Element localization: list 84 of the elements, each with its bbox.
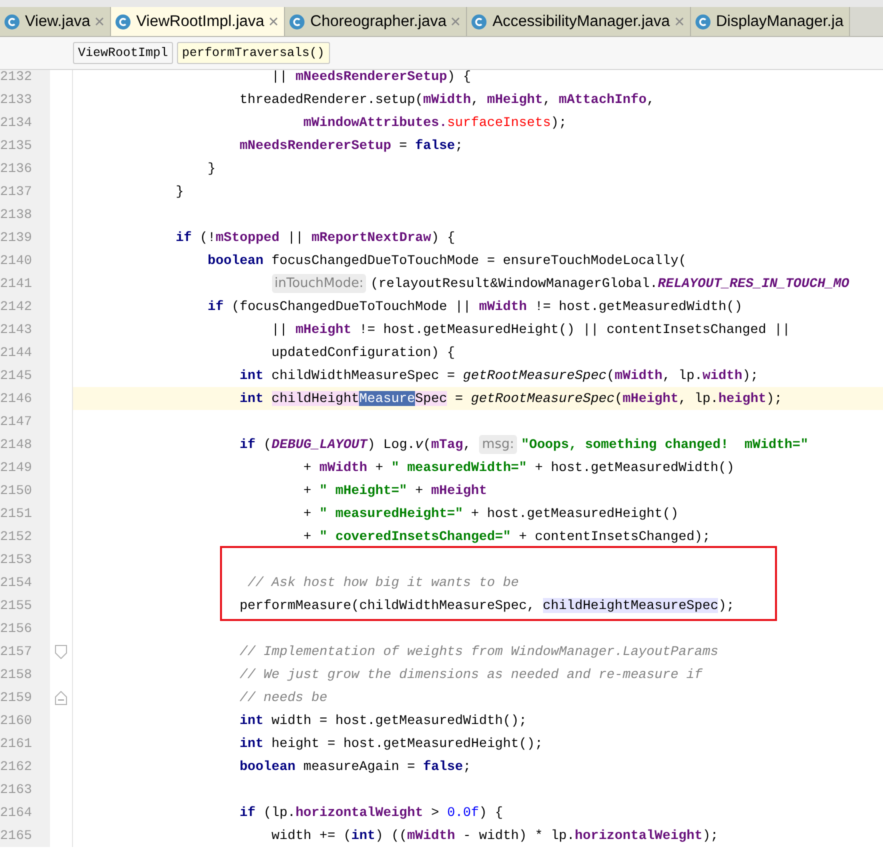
line-number: 2147 (0, 410, 50, 433)
code-text: updatedConfiguration) { (272, 345, 456, 360)
code-text: // Ask host how big it wants to be (248, 575, 519, 590)
line-number: 2149 (0, 456, 50, 479)
code-text: if (DEBUG_LAYOUT) Log.v(mTag, (240, 437, 472, 452)
code-text: } (208, 161, 216, 176)
line-number: 2143 (0, 318, 50, 341)
line-number: 2144 (0, 341, 50, 364)
line-number: 2165 (0, 824, 50, 847)
line-number: 2135 (0, 134, 50, 157)
line-number: 2148 (0, 433, 50, 456)
class-icon (694, 14, 711, 30)
line-number: 2159 (0, 686, 50, 709)
code-text: threadedRenderer.setup(mWidth, mHeight, mAttachInfo, (240, 92, 655, 107)
code-text: (relayoutResult&WindowManagerGlobal.RELAYOUT_RES_IN_TOUCH_MO (370, 276, 850, 291)
close-icon[interactable] (451, 17, 460, 26)
class-icon (289, 14, 306, 30)
code-text: int width = host.getMeasuredWidth(); (240, 713, 527, 728)
code-text: if (focusChangedDueToTouchMode || mWidth != host.getMeasuredWidth() (208, 299, 742, 314)
code-text: if (lp.horizontalWeight > 0.0f) { (240, 805, 503, 820)
line-number: 2146 (0, 387, 50, 410)
code-text: performMeasure(childWidthMeasureSpec, childHeightMeasureSpec); (240, 598, 734, 613)
code-text: || mNeedsRendererSetup) { (272, 70, 472, 84)
line-number: 2133 (0, 88, 50, 111)
code-text: boolean focusChangedDueToTouchMode = ensureTouchModeLocally( (208, 253, 686, 268)
line-number: 2141 (0, 272, 50, 295)
editor-tab[interactable]: AccessibilityManager.java (467, 7, 691, 36)
class-icon (471, 14, 488, 30)
close-icon[interactable] (674, 17, 684, 26)
breadcrumb[interactable]: ViewRootImpl (73, 42, 174, 64)
code-text: mWindowAttributes.surfaceInsets); (303, 115, 567, 130)
line-number: 2164 (0, 801, 50, 824)
fold-marker-icon[interactable] (55, 690, 67, 704)
line-number: 2156 (0, 617, 50, 640)
code-text: "Ooops, something changed! mWidth=" (521, 437, 808, 452)
line-number: 2157 (0, 640, 50, 663)
editor-tab[interactable]: Choreographer.java (285, 7, 468, 36)
line-number: 2142 (0, 295, 50, 318)
editor-tab[interactable]: ViewRootImpl.java (111, 7, 286, 36)
line-number: 2162 (0, 755, 50, 778)
line-number: 2134 (0, 111, 50, 134)
code-text: + " measuredHeight=" + host.getMeasuredHeight() (303, 506, 678, 521)
line-number: 2137 (0, 180, 50, 203)
line-number: 2145 (0, 364, 50, 387)
code-text: int childHeightMeasureSpec = getRootMeasureSpec(mHeight, lp.height); (240, 391, 782, 406)
line-number: 2158 (0, 663, 50, 686)
code-text: width += (int) ((mWidth - width) * lp.horizontalWeight); (272, 828, 718, 843)
code-text: + mWidth + " measuredWidth=" + host.getMeasuredWidth() (303, 460, 734, 475)
line-number: 2152 (0, 525, 50, 548)
close-icon[interactable] (269, 17, 278, 26)
line-number: 2155 (0, 594, 50, 617)
breadcrumb[interactable]: performTraversals() (177, 42, 330, 64)
code-text: // We just grow the dimensions as needed and re-measure if (240, 667, 702, 682)
close-icon[interactable] (95, 17, 104, 26)
line-number: 2161 (0, 732, 50, 755)
parameter-hint: inTouchMode: (272, 274, 366, 293)
line-number: 2136 (0, 157, 50, 180)
editor-tab[interactable]: DisplayManager.ja (690, 7, 850, 36)
code-text: int height = host.getMeasuredHeight(); (240, 736, 543, 751)
class-icon (115, 14, 132, 30)
line-number: 2140 (0, 249, 50, 272)
code-text: if (!mStopped || mReportNextDraw) { (176, 230, 456, 245)
line-number: 2153 (0, 548, 50, 571)
code-text: // needs be (240, 690, 328, 705)
line-number: 2151 (0, 502, 50, 525)
line-number: 2132 (0, 70, 50, 88)
code-text: mNeedsRendererSetup = false; (240, 138, 464, 153)
line-number: 2139 (0, 226, 50, 249)
line-number: 2138 (0, 203, 50, 226)
line-number: 2163 (0, 778, 50, 801)
line-number: 2150 (0, 479, 50, 502)
code-text: // Implementation of weights from WindowManager.LayoutParams (240, 644, 718, 659)
line-number: 2160 (0, 709, 50, 732)
code-text: + " coveredInsetsChanged=" + contentInsetsChanged); (303, 529, 710, 544)
line-number: 2154 (0, 571, 50, 594)
class-icon (4, 14, 20, 30)
code-text: } (176, 184, 184, 199)
code-text: || mHeight != host.getMeasuredHeight() || contentInsetsChanged || (272, 322, 790, 337)
editor-tab[interactable]: View.java (0, 7, 112, 36)
parameter-hint: msg: (479, 435, 518, 454)
code-text: + " mHeight=" + mHeight (303, 483, 487, 498)
code-text: boolean measureAgain = false; (240, 759, 471, 774)
fold-marker-icon[interactable] (55, 644, 67, 658)
code-text: int childWidthMeasureSpec = getRootMeasureSpec(mWidth, lp.width); (240, 368, 758, 383)
